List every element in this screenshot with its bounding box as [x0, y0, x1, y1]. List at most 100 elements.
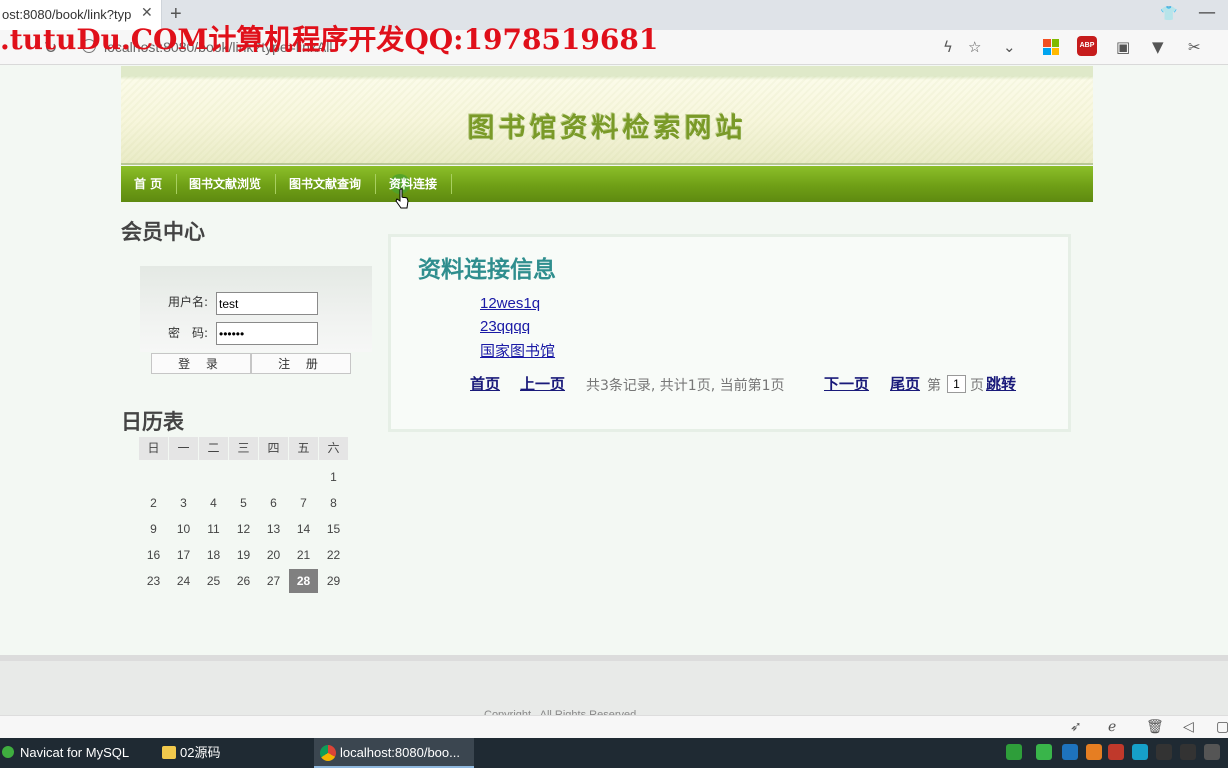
resource-link[interactable]: 12wes1q [480, 295, 540, 312]
calendar-day[interactable]: 17 [169, 543, 198, 567]
calendar-weekday: 六 [319, 437, 348, 460]
trash-icon[interactable]: 🗑 [1146, 719, 1164, 735]
calendar-day[interactable]: 16 [139, 543, 168, 567]
calendar-day[interactable]: 26 [229, 569, 258, 593]
pager-next[interactable]: 下一页 [824, 373, 869, 394]
username-label: 用户名: [168, 295, 209, 309]
calendar-day[interactable]: 5 [229, 491, 258, 515]
resource-link[interactable]: 23qqqq [480, 318, 530, 335]
calendar-day[interactable]: 29 [319, 569, 348, 593]
site-title: 图书馆资料检索网站 [467, 113, 747, 144]
nav-separator [451, 174, 452, 194]
watermark-text: .tutuDu.COM计算机程序开发QQ:1978519681 [0, 23, 659, 56]
tray-qq-icon[interactable] [1156, 744, 1172, 760]
pager-last[interactable]: 尾页 [890, 373, 920, 394]
window-icon[interactable]: ▢ [1216, 719, 1228, 735]
taskbar-folder[interactable]: 02源码 [158, 738, 308, 768]
calendar-weekday: 四 [259, 437, 288, 460]
calendar-day[interactable]: 23 [139, 569, 168, 593]
nav-separator [375, 174, 376, 194]
nav-book-browse[interactable]: 图书文献浏览 [189, 166, 261, 202]
nav-book-search[interactable]: 图书文献查询 [289, 166, 361, 202]
page-footer [0, 655, 1228, 715]
browser-status-bar: ➶ ℯ 🗑 ◁ ▢ [0, 715, 1228, 738]
calendar-day[interactable]: 25 [199, 569, 228, 593]
tray-app-icon[interactable] [1006, 744, 1022, 760]
register-button[interactable]: 注 册 [251, 353, 351, 374]
calendar-day[interactable]: 9 [139, 517, 168, 541]
username-input[interactable] [216, 292, 318, 315]
calendar-day[interactable]: 22 [319, 543, 348, 567]
calendar-day[interactable]: 1 [319, 465, 348, 489]
lightning-icon[interactable]: ϟ [943, 38, 953, 56]
scissors-icon[interactable]: ✂ [1188, 38, 1201, 56]
calendar-day[interactable]: 24 [169, 569, 198, 593]
calendar-weekday: 日 [139, 437, 168, 460]
calendar-day[interactable]: 7 [289, 491, 318, 515]
ie-icon[interactable]: ℯ [1108, 719, 1116, 735]
nav-separator [176, 174, 177, 194]
calendar-day[interactable]: 10 [169, 517, 198, 541]
calendar-day[interactable]: 19 [229, 543, 258, 567]
calendar-day[interactable]: 12 [229, 517, 258, 541]
tray-wechat-icon[interactable] [1036, 744, 1052, 760]
mouse-cursor-icon [395, 188, 409, 209]
member-center-title: 会员中心 [121, 220, 205, 244]
nav-separator [275, 174, 276, 194]
password-label: 密 码: [168, 326, 209, 340]
pager-page-prefix: 第 [927, 378, 941, 394]
calendar-day[interactable]: 6 [259, 491, 288, 515]
main-nav: 首 页 图书文献浏览 图书文献查询 资料连接 [121, 166, 1093, 202]
calendar-day[interactable]: 11 [199, 517, 228, 541]
calendar-weekday: 五 [289, 437, 318, 460]
calendar-day[interactable]: 18 [199, 543, 228, 567]
tray-search-icon[interactable] [1086, 744, 1102, 760]
password-input[interactable] [216, 322, 318, 345]
tray-arrow-icon[interactable] [1108, 744, 1124, 760]
calendar-day[interactable]: 20 [259, 543, 288, 567]
login-form: 用户名: 密 码: [140, 266, 372, 352]
calendar-day[interactable]: 21 [289, 543, 318, 567]
calendar-day[interactable]: 27 [259, 569, 288, 593]
tray-qq2-icon[interactable] [1180, 744, 1196, 760]
tray-c-icon[interactable] [1132, 744, 1148, 760]
nav-home[interactable]: 首 页 [134, 166, 162, 202]
calendar-day[interactable]: 2 [139, 491, 168, 515]
calendar-day[interactable]: 15 [319, 517, 348, 541]
calendar-today[interactable]: 28 [289, 569, 318, 593]
extension-v-icon[interactable]: ▼ [1152, 38, 1164, 56]
calendar-day[interactable]: 3 [169, 491, 198, 515]
rocket-icon[interactable]: ➶ [1070, 719, 1082, 735]
tray-volume-icon[interactable] [1204, 744, 1220, 760]
apps-icon[interactable] [1043, 39, 1059, 55]
calendar-weekday: 二 [199, 437, 228, 460]
tray-shield-icon[interactable] [1062, 744, 1078, 760]
taskbar-navicat[interactable]: Navicat for MySQL [0, 738, 148, 768]
resource-link[interactable]: 国家图书馆 [480, 340, 555, 361]
page-number-input[interactable] [947, 375, 966, 393]
calendar-day[interactable]: 8 [319, 491, 348, 515]
chevron-down-icon[interactable]: ⌄ [1003, 38, 1016, 56]
pager-summary: 共3条记录, 共计1页, 当前第1页 [586, 378, 785, 394]
calendar-weekday: 三 [229, 437, 258, 460]
chrome-icon [320, 745, 336, 761]
folder-icon [162, 746, 176, 759]
calendar-day[interactable]: 14 [289, 517, 318, 541]
pager-page-suffix: 页 [970, 378, 984, 394]
login-button[interactable]: 登 录 [151, 353, 251, 374]
calendar-title: 日历表 [121, 410, 184, 434]
pager-jump[interactable]: 跳转 [986, 373, 1016, 394]
pager-prev[interactable]: 上一页 [520, 373, 565, 394]
minimize-icon[interactable]: — [1198, 2, 1216, 23]
pager-first[interactable]: 首页 [470, 373, 500, 394]
calendar-day[interactable]: 4 [199, 491, 228, 515]
volume-icon[interactable]: ◁ [1183, 719, 1194, 735]
resource-links-panel: 资料连接信息 12wes1q 23qqqq 国家图书馆 首页 上一页 共3条记录… [388, 234, 1071, 432]
adblock-icon[interactable]: ABP [1077, 36, 1097, 56]
taskbar-browser[interactable]: localhost:8080/boo... [314, 738, 474, 768]
star-icon[interactable]: ☆ [968, 38, 981, 56]
calendar-weekday: 一 [169, 437, 198, 460]
calendar-day[interactable]: 13 [259, 517, 288, 541]
skin-icon[interactable]: 👕 [1160, 6, 1177, 22]
screenshot-icon[interactable]: ▣ [1116, 38, 1130, 56]
